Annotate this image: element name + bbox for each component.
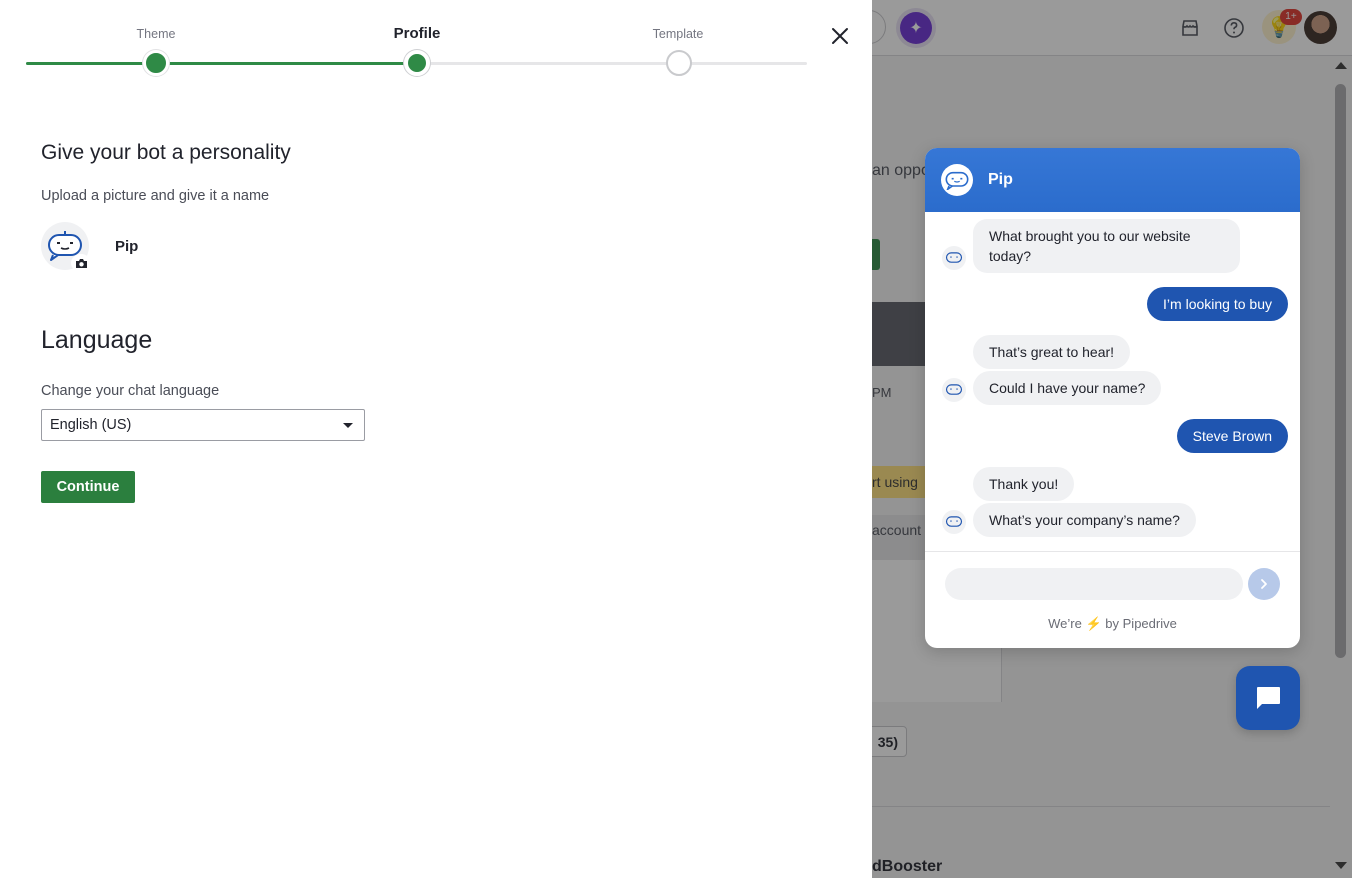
personality-subheading: Upload a picture and give it a name	[41, 188, 270, 204]
personality-heading: Give your bot a personality	[41, 141, 291, 164]
bot-name[interactable]: Pip	[115, 238, 138, 255]
chat-preview-widget: Pip What brought you to our website today…	[925, 148, 1300, 648]
step-dot-theme[interactable]	[143, 50, 169, 76]
close-icon[interactable]	[826, 22, 854, 50]
bot-avatar-upload[interactable]	[41, 222, 91, 272]
powered-by: We’re ⚡ by Pipedrive	[1048, 616, 1177, 631]
chat-bot-avatar	[941, 164, 973, 196]
lightning-icon: ⚡	[1085, 616, 1102, 631]
chat-message-bot: That’s great to hear!	[973, 335, 1131, 369]
chat-header-name: Pip	[988, 171, 1013, 188]
chat-message-bot: Could I have your name?	[973, 371, 1162, 405]
send-icon[interactable]	[1248, 568, 1280, 600]
chat-message-bot: What’s your company’s name?	[973, 503, 1196, 537]
chat-message-bot: Thank you!	[973, 467, 1075, 501]
continue-button[interactable]: Continue	[41, 471, 135, 503]
chat-message-input[interactable]	[945, 568, 1243, 600]
bot-small-icon	[942, 378, 966, 402]
step-label-profile: Profile	[393, 25, 441, 42]
caret-down-icon	[343, 423, 353, 428]
step-dot-profile[interactable]	[404, 50, 430, 76]
language-heading: Language	[41, 326, 153, 354]
camera-icon[interactable]	[71, 254, 91, 272]
bot-small-icon	[942, 510, 966, 534]
chat-launcher-button[interactable]	[1236, 666, 1300, 730]
bot-small-icon	[942, 246, 966, 270]
chat-message-bot: What brought you to our website today?	[973, 219, 1240, 273]
language-select-value: English (US)	[50, 417, 132, 433]
chat-bubble-icon	[1257, 687, 1280, 709]
chat-header: Pip	[925, 148, 1300, 212]
chat-divider	[925, 551, 1300, 552]
chatbot-setup-panel: Theme Profile Template Give your bot a p…	[0, 0, 872, 878]
language-label: Change your chat language	[41, 383, 220, 399]
stepper-progress	[26, 62, 418, 65]
step-dot-template[interactable]	[666, 50, 692, 76]
chat-message-user: I’m looking to buy	[1147, 287, 1288, 321]
step-label-theme: Theme	[136, 27, 176, 41]
chat-message-user: Steve Brown	[1176, 419, 1288, 453]
step-label-template: Template	[652, 27, 704, 41]
language-select[interactable]: English (US)	[41, 409, 365, 441]
